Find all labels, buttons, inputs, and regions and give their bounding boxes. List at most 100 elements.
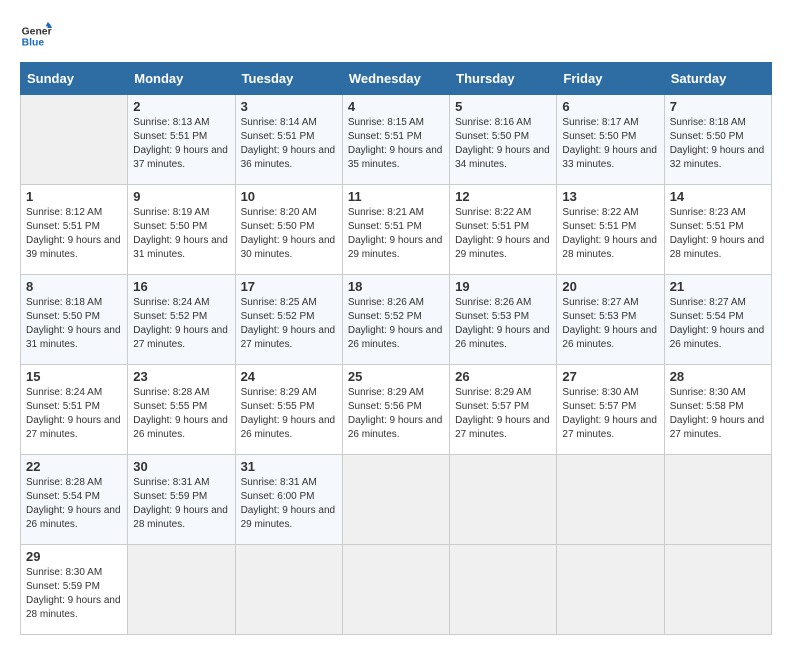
day-number: 5 xyxy=(455,99,551,114)
calendar-cell: 10Sunrise: 8:20 AM Sunset: 5:50 PM Dayli… xyxy=(235,185,342,275)
cell-content: Sunrise: 8:24 AM Sunset: 5:51 PM Dayligh… xyxy=(26,386,122,442)
cell-content: Sunrise: 8:19 AM Sunset: 5:50 PM Dayligh… xyxy=(133,206,229,262)
day-number: 11 xyxy=(348,189,444,204)
calendar-week-row: 29 Sunrise: 8:30 AM Sunset: 5:59 PM Dayli… xyxy=(21,545,772,635)
calendar-cell: 16 Sunrise: 8:24 AM Sunset: 5:52 PM Dayli… xyxy=(128,275,235,365)
calendar-week-row: 1 Sunrise: 8:12 AM Sunset: 5:51 PM Daylig… xyxy=(21,185,772,275)
cell-content: Sunrise: 8:26 AM Sunset: 5:52 PM Dayligh… xyxy=(348,296,444,352)
calendar-cell: 6Sunrise: 8:17 AM Sunset: 5:50 PM Daylig… xyxy=(557,95,664,185)
calendar-cell: 17Sunrise: 8:25 AM Sunset: 5:52 PM Dayli… xyxy=(235,275,342,365)
cell-content: Sunrise: 8:30 AM Sunset: 5:58 PM Dayligh… xyxy=(670,386,766,442)
calendar-cell xyxy=(342,545,449,635)
calendar-cell: 31 Sunrise: 8:31 AM Sunset: 6:00 PM Dayli… xyxy=(235,455,342,545)
calendar-cell: 26 Sunrise: 8:29 AM Sunset: 5:57 PM Dayli… xyxy=(450,365,557,455)
day-number: 21 xyxy=(670,279,766,294)
calendar-cell: 25 Sunrise: 8:29 AM Sunset: 5:56 PM Dayli… xyxy=(342,365,449,455)
cell-content: Sunrise: 8:15 AM Sunset: 5:51 PM Dayligh… xyxy=(348,116,444,172)
day-number: 24 xyxy=(241,369,337,384)
calendar-cell: 4 Sunrise: 8:15 AM Sunset: 5:51 PM Daylig… xyxy=(342,95,449,185)
logo: General Blue xyxy=(20,20,52,52)
cell-content: Sunrise: 8:23 AM Sunset: 5:51 PM Dayligh… xyxy=(670,206,766,262)
day-number: 25 xyxy=(348,369,444,384)
calendar-cell xyxy=(664,455,771,545)
calendar-cell: 20Sunrise: 8:27 AM Sunset: 5:53 PM Dayli… xyxy=(557,275,664,365)
cell-content: Sunrise: 8:18 AM Sunset: 5:50 PM Dayligh… xyxy=(670,116,766,172)
logo-icon: General Blue xyxy=(20,20,52,52)
calendar-cell: 14 Sunrise: 8:23 AM Sunset: 5:51 PM Dayli… xyxy=(664,185,771,275)
calendar-week-row: 2 Sunrise: 8:13 AM Sunset: 5:51 PM Daylig… xyxy=(21,95,772,185)
calendar-week-row: 22Sunrise: 8:28 AM Sunset: 5:54 PM Dayli… xyxy=(21,455,772,545)
cell-content: Sunrise: 8:31 AM Sunset: 5:59 PM Dayligh… xyxy=(133,476,229,532)
svg-text:Blue: Blue xyxy=(22,38,45,49)
calendar-cell: 21Sunrise: 8:27 AM Sunset: 5:54 PM Dayli… xyxy=(664,275,771,365)
day-number: 28 xyxy=(670,369,766,384)
cell-content: Sunrise: 8:20 AM Sunset: 5:50 PM Dayligh… xyxy=(241,206,337,262)
calendar-cell: 15 Sunrise: 8:24 AM Sunset: 5:51 PM Dayli… xyxy=(21,365,128,455)
calendar-cell: 18 Sunrise: 8:26 AM Sunset: 5:52 PM Dayli… xyxy=(342,275,449,365)
calendar-cell xyxy=(342,455,449,545)
cell-content: Sunrise: 8:24 AM Sunset: 5:52 PM Dayligh… xyxy=(133,296,229,352)
cell-content: Sunrise: 8:12 AM Sunset: 5:51 PM Dayligh… xyxy=(26,206,122,262)
calendar-cell: 22Sunrise: 8:28 AM Sunset: 5:54 PM Dayli… xyxy=(21,455,128,545)
day-number: 12 xyxy=(455,189,551,204)
day-number: 8 xyxy=(26,279,122,294)
day-number: 22 xyxy=(26,459,122,474)
calendar-cell xyxy=(450,455,557,545)
day-number: 31 xyxy=(241,459,337,474)
day-header-monday: Monday xyxy=(128,63,235,95)
cell-content: Sunrise: 8:29 AM Sunset: 5:56 PM Dayligh… xyxy=(348,386,444,442)
cell-content: Sunrise: 8:18 AM Sunset: 5:50 PM Dayligh… xyxy=(26,296,122,352)
cell-content: Sunrise: 8:28 AM Sunset: 5:55 PM Dayligh… xyxy=(133,386,229,442)
calendar-cell: 3 Sunrise: 8:14 AM Sunset: 5:51 PM Daylig… xyxy=(235,95,342,185)
calendar-cell: 23Sunrise: 8:28 AM Sunset: 5:55 PM Dayli… xyxy=(128,365,235,455)
cell-content: Sunrise: 8:30 AM Sunset: 5:59 PM Dayligh… xyxy=(26,566,122,622)
day-number: 26 xyxy=(455,369,551,384)
day-header-tuesday: Tuesday xyxy=(235,63,342,95)
calendar-cell xyxy=(557,455,664,545)
day-number: 7 xyxy=(670,99,766,114)
calendar-cell: 28 Sunrise: 8:30 AM Sunset: 5:58 PM Dayli… xyxy=(664,365,771,455)
cell-content: Sunrise: 8:21 AM Sunset: 5:51 PM Dayligh… xyxy=(348,206,444,262)
day-number: 19 xyxy=(455,279,551,294)
day-number: 29 xyxy=(26,549,122,564)
day-number: 16 xyxy=(133,279,229,294)
day-number: 18 xyxy=(348,279,444,294)
cell-content: Sunrise: 8:27 AM Sunset: 5:53 PM Dayligh… xyxy=(562,296,658,352)
calendar-cell xyxy=(128,545,235,635)
svg-text:General: General xyxy=(22,26,52,37)
calendar-cell: 29 Sunrise: 8:30 AM Sunset: 5:59 PM Dayli… xyxy=(21,545,128,635)
calendar-cell: 24 Sunrise: 8:29 AM Sunset: 5:55 PM Dayli… xyxy=(235,365,342,455)
day-number: 27 xyxy=(562,369,658,384)
cell-content: Sunrise: 8:16 AM Sunset: 5:50 PM Dayligh… xyxy=(455,116,551,172)
calendar-cell: 8 Sunrise: 8:18 AM Sunset: 5:50 PM Daylig… xyxy=(21,275,128,365)
cell-content: Sunrise: 8:22 AM Sunset: 5:51 PM Dayligh… xyxy=(562,206,658,262)
calendar-cell: 2 Sunrise: 8:13 AM Sunset: 5:51 PM Daylig… xyxy=(128,95,235,185)
cell-content: Sunrise: 8:25 AM Sunset: 5:52 PM Dayligh… xyxy=(241,296,337,352)
cell-content: Sunrise: 8:14 AM Sunset: 5:51 PM Dayligh… xyxy=(241,116,337,172)
cell-content: Sunrise: 8:30 AM Sunset: 5:57 PM Dayligh… xyxy=(562,386,658,442)
calendar-cell: 30 Sunrise: 8:31 AM Sunset: 5:59 PM Dayli… xyxy=(128,455,235,545)
header: General Blue xyxy=(20,20,772,52)
cell-content: Sunrise: 8:31 AM Sunset: 6:00 PM Dayligh… xyxy=(241,476,337,532)
cell-content: Sunrise: 8:26 AM Sunset: 5:53 PM Dayligh… xyxy=(455,296,551,352)
day-header-friday: Friday xyxy=(557,63,664,95)
calendar-cell: 1 Sunrise: 8:12 AM Sunset: 5:51 PM Daylig… xyxy=(21,185,128,275)
day-number: 1 xyxy=(26,189,122,204)
day-number: 30 xyxy=(133,459,229,474)
cell-content: Sunrise: 8:22 AM Sunset: 5:51 PM Dayligh… xyxy=(455,206,551,262)
day-number: 13 xyxy=(562,189,658,204)
calendar-table: SundayMondayTuesdayWednesdayThursdayFrid… xyxy=(20,62,772,635)
day-number: 4 xyxy=(348,99,444,114)
cell-content: Sunrise: 8:29 AM Sunset: 5:57 PM Dayligh… xyxy=(455,386,551,442)
day-number: 9 xyxy=(133,189,229,204)
cell-content: Sunrise: 8:29 AM Sunset: 5:55 PM Dayligh… xyxy=(241,386,337,442)
calendar-cell: 11 Sunrise: 8:21 AM Sunset: 5:51 PM Dayli… xyxy=(342,185,449,275)
cell-content: Sunrise: 8:13 AM Sunset: 5:51 PM Dayligh… xyxy=(133,116,229,172)
day-number: 15 xyxy=(26,369,122,384)
day-number: 2 xyxy=(133,99,229,114)
day-number: 14 xyxy=(670,189,766,204)
cell-content: Sunrise: 8:17 AM Sunset: 5:50 PM Dayligh… xyxy=(562,116,658,172)
calendar-cell xyxy=(450,545,557,635)
calendar-cell xyxy=(557,545,664,635)
day-number: 3 xyxy=(241,99,337,114)
